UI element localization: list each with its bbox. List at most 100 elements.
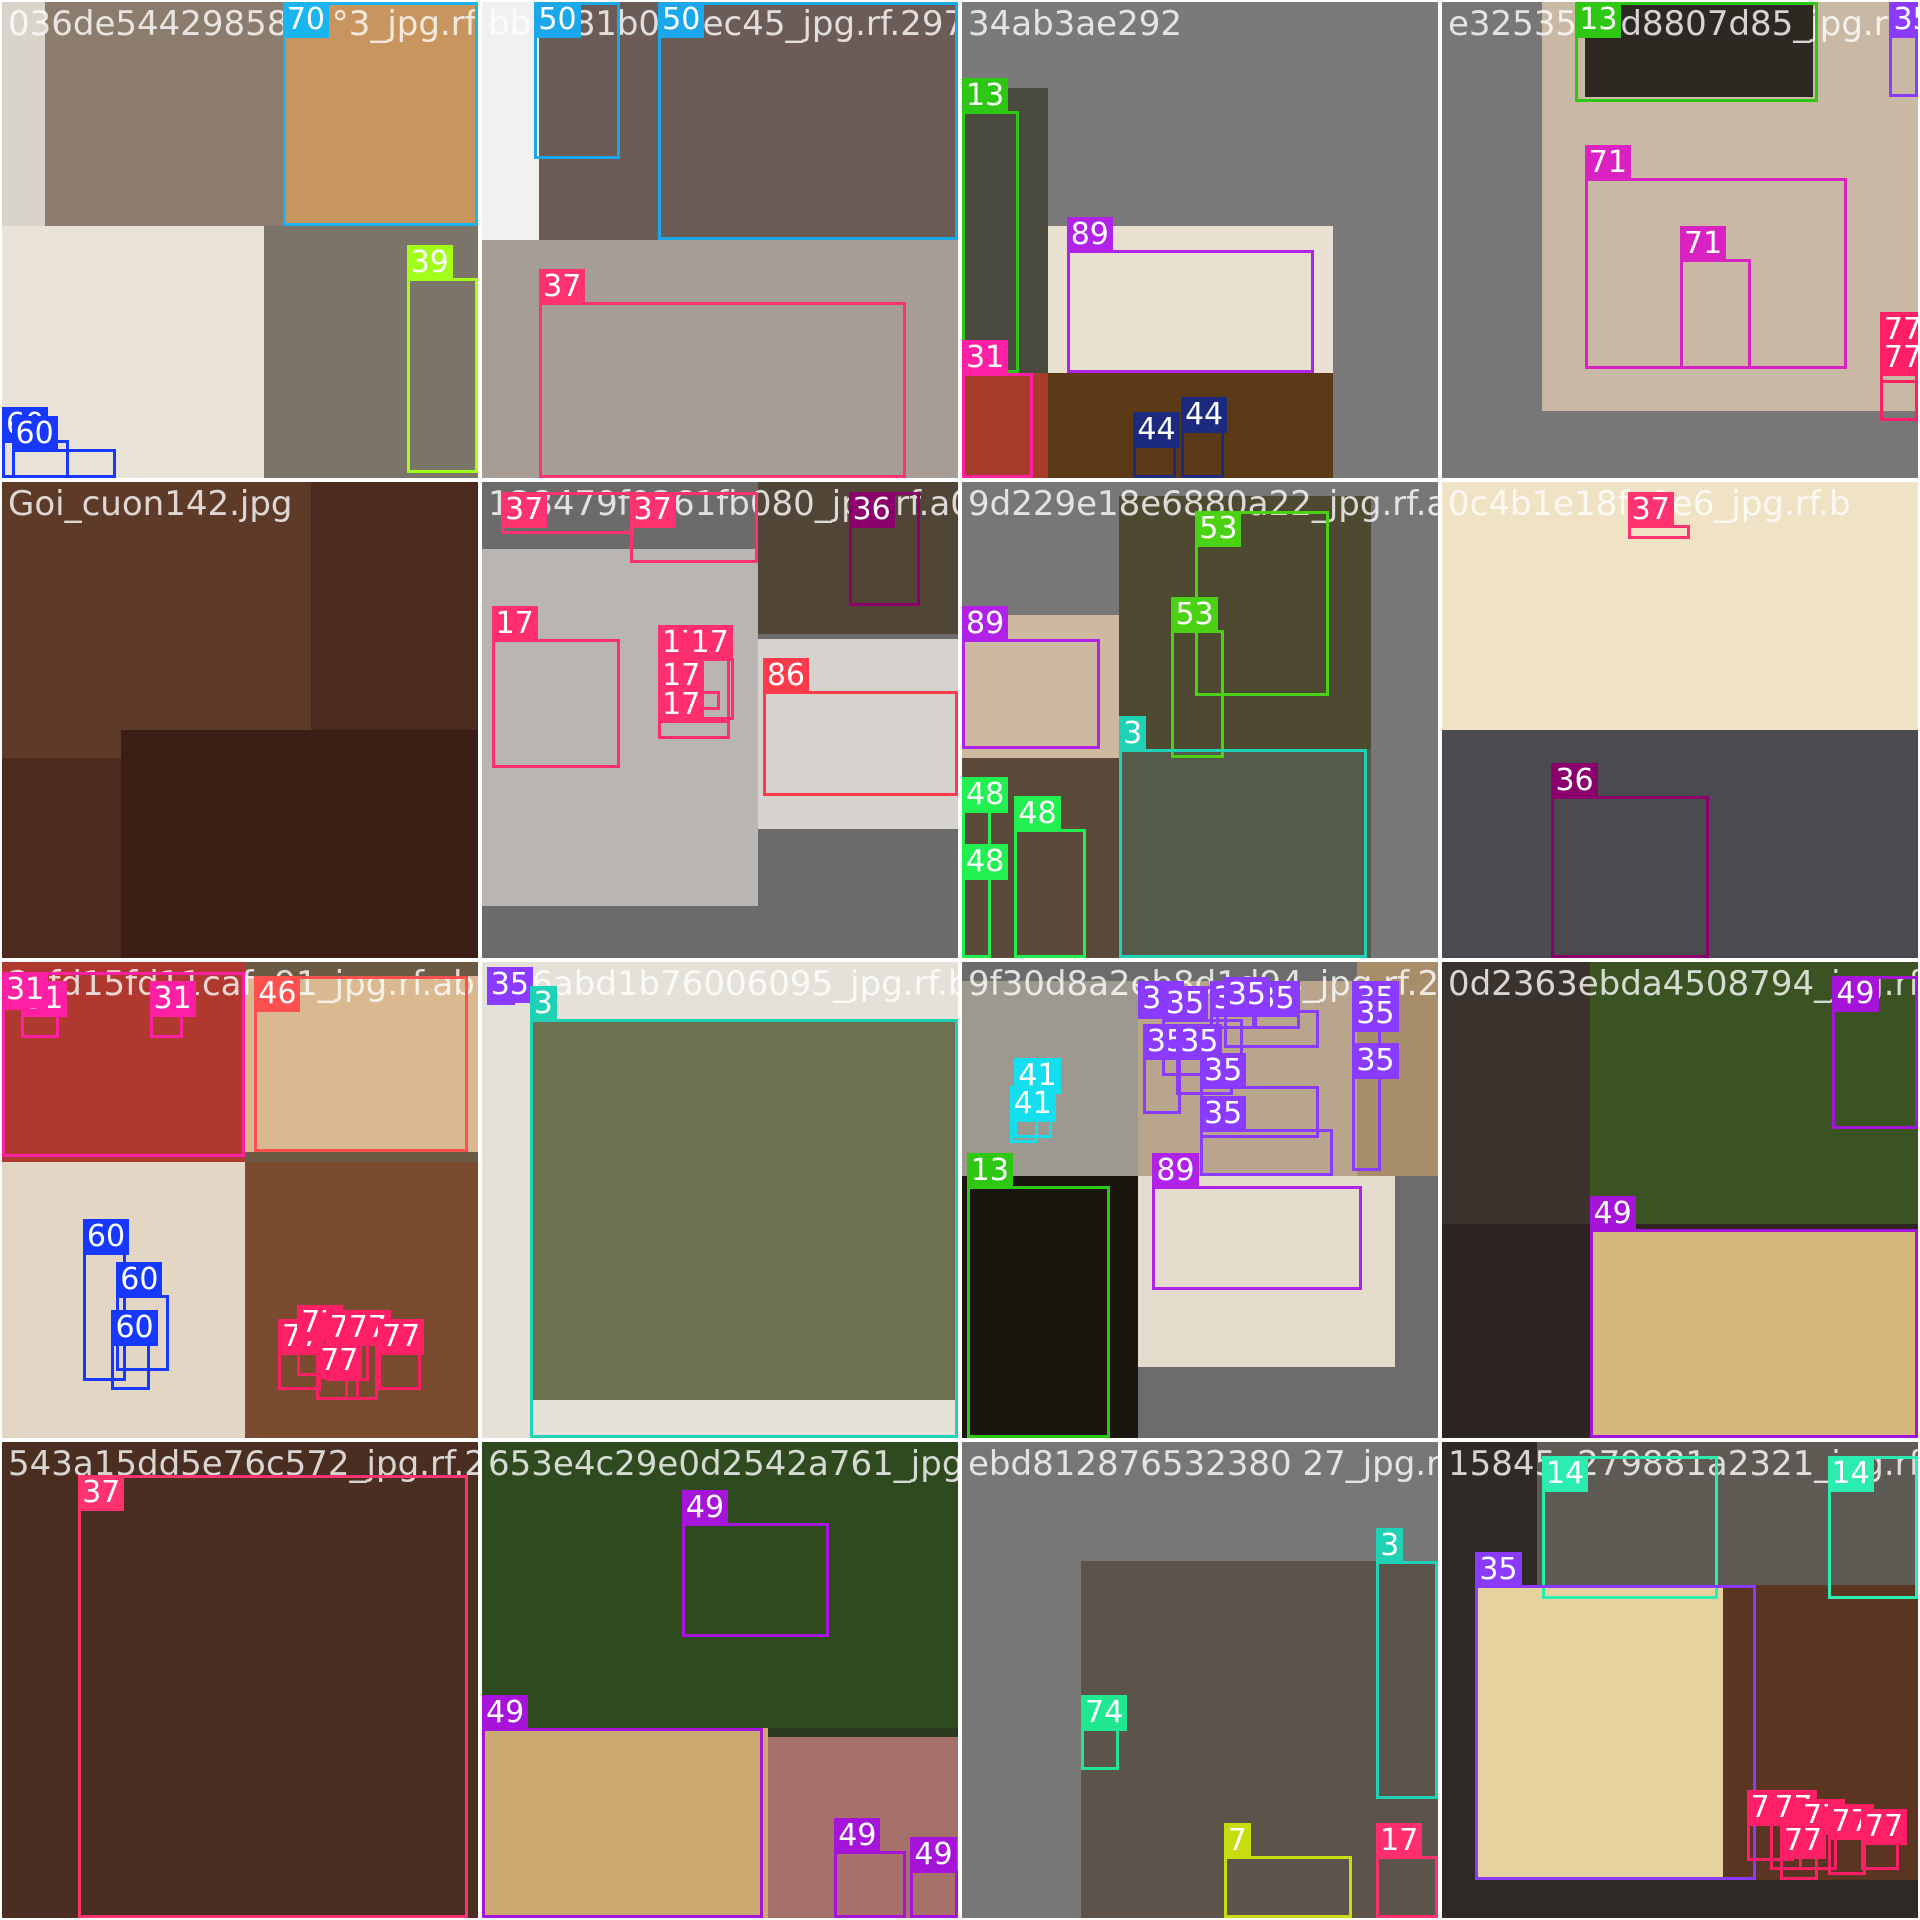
bounding-box: 35: [1475, 1551, 1757, 1880]
class-label: 44: [1180, 397, 1228, 434]
class-label: 14: [1827, 1456, 1874, 1493]
class-label: 48: [962, 777, 1009, 814]
bounding-box: 31: [962, 340, 1034, 478]
bounding-box: 37: [501, 491, 635, 535]
bounding-box: 71: [1680, 226, 1752, 369]
class-label: 17: [1376, 1823, 1423, 1860]
class-label: 31: [2, 971, 49, 1008]
bounding-box: 49: [1589, 1195, 1918, 1438]
bounding-box: 89: [1066, 216, 1315, 374]
class-label: 53: [1195, 510, 1242, 547]
image-filename-label: 34ab3ae292: [968, 4, 1182, 44]
class-label: 50: [534, 2, 581, 38]
bounding-box: 37: [1627, 491, 1690, 540]
bounding-box: 17: [491, 606, 621, 768]
mosaic-tile: e3253533d8807d85_jpg.rf133571717777: [1442, 2, 1918, 478]
class-label: 49: [1589, 1195, 1636, 1232]
bounding-box: 77: [1879, 340, 1918, 421]
mosaic-tile: 2cfd15fd11cafe91_jpg.rf.ab31313131466060…: [2, 962, 478, 1438]
class-label: 13: [1575, 2, 1622, 38]
class-label: 49: [910, 1837, 957, 1874]
class-label: 44: [1133, 411, 1180, 448]
bounding-box: 44: [1180, 397, 1228, 478]
mosaic-tile: ebd812876532380 27_jpg.rf.4ec 3 74 7 17: [962, 1442, 1438, 1918]
class-label: 17: [491, 606, 538, 643]
class-label: 41: [1009, 1086, 1056, 1123]
mosaic-tile: 0c4b1e18fa0e6_jpg.rf.b3736: [1442, 482, 1918, 958]
bounding-box: 36: [1551, 763, 1709, 958]
bounding-box: 49: [834, 1818, 906, 1918]
bounding-box: 77: [378, 1319, 425, 1391]
bounding-box: 89: [1152, 1152, 1362, 1291]
class-label: 17: [658, 687, 705, 723]
bounding-box: 77: [316, 1343, 363, 1400]
class-label: 35: [486, 966, 533, 1003]
class-label: 49: [482, 1694, 529, 1731]
class-label: 37: [78, 1475, 125, 1512]
class-label: 7: [1223, 1823, 1251, 1860]
mosaic-tile: 9d229e18e6880a22_jpg.rf.a 53 53 89 3 48 48 48: [962, 482, 1438, 958]
bounding-box: 3: [1376, 1528, 1438, 1799]
class-label: 48: [1014, 796, 1061, 833]
bounding-box: 35: [486, 966, 533, 1005]
class-label: 71: [1680, 226, 1727, 263]
class-label: 60: [111, 1309, 158, 1346]
bounding-box: 14: [1827, 1456, 1918, 1600]
class-label: 74: [1081, 1694, 1128, 1731]
class-label: 89: [962, 606, 1009, 643]
class-label: 60: [116, 1262, 163, 1299]
class-label: 49: [681, 1489, 729, 1526]
bounding-box: 39: [406, 245, 478, 474]
class-label: 37: [501, 491, 548, 528]
image-filename-label: 246abd1b76006095_jpg.rf.b: [488, 964, 958, 1004]
bounding-box: 41: [1009, 1086, 1056, 1143]
class-label: 3: [529, 986, 557, 1023]
mosaic-tile: 0d2363ebda4508794_jpg.rf.834949: [1442, 962, 1918, 1438]
class-label: 35: [1161, 986, 1209, 1023]
bounding-box: 49: [681, 1489, 830, 1638]
class-label: 53: [1171, 596, 1218, 633]
bounding-box: 44: [1133, 411, 1180, 478]
bounding-box: 48: [962, 844, 1009, 958]
class-label: 89: [1152, 1152, 1199, 1189]
image-filename-label: 653e4c29e0d2542a761_jpg.rf.0e: [488, 1444, 958, 1484]
image-filename-label: Goi_cuon142.jpg: [8, 484, 293, 524]
mosaic-tile: bbda81b0e2ec45_jpg.rf.2973ec29jaf3505037: [482, 2, 958, 478]
class-label: 35: [1889, 2, 1918, 38]
class-label: 49: [834, 1818, 881, 1855]
class-label: 35: [1352, 1043, 1399, 1080]
class-label: 46: [254, 976, 301, 1013]
class-label: 35: [1200, 1095, 1247, 1132]
mosaic-tile: 15845e279881a2321_jpg.rf.6e1414357777777…: [1442, 1442, 1918, 1918]
bounding-box: 48: [1014, 796, 1086, 958]
bounding-box: 37: [629, 491, 759, 563]
bounding-box: 31: [2, 971, 245, 1158]
mosaic-tile: 653e4c29e0d2542a761_jpg.rf.0e 49 49 49 49: [482, 1442, 958, 1918]
class-label: 3: [1376, 1528, 1404, 1564]
bounding-box: 7: [1223, 1823, 1353, 1918]
class-label: 49: [1832, 976, 1879, 1013]
class-label: 13: [966, 1152, 1013, 1189]
bounding-box: 3: [529, 986, 958, 1438]
bounding-box: 74: [1081, 1694, 1128, 1771]
class-label: 77: [316, 1343, 363, 1380]
bounding-box: 14: [1541, 1456, 1719, 1600]
mosaic-tile: 036de5442985877°3_jpg.rf.f2eb70396060: [2, 2, 478, 478]
bounding-box: 13: [962, 78, 1020, 374]
mosaic-tile: 246abd1b76006095_jpg.rf.b 35 3: [482, 962, 958, 1438]
class-label: 60: [11, 416, 58, 453]
bounding-box: 70: [282, 2, 478, 226]
bounding-box: 49: [1832, 976, 1918, 1129]
image-filename-label: ebd812876532380 27_jpg.rf.4ec: [968, 1444, 1438, 1484]
mosaic-tile: 34ab3ae292 13 89 31 44 44: [962, 2, 1438, 478]
bounding-box: 35: [1352, 1043, 1399, 1172]
class-label: 77: [1779, 1823, 1827, 1860]
photo-region: [121, 729, 478, 958]
bounding-box: 35: [1200, 1095, 1334, 1177]
class-label: 35: [1475, 1551, 1522, 1588]
class-label: 70: [282, 2, 330, 38]
mosaic-tile: Goi_cuon142.jpg: [2, 482, 478, 958]
bounding-box: 13: [1575, 2, 1819, 102]
mosaic-tile: 138479f0361fb080_jpg.rf.a0d2373736171717…: [482, 482, 958, 958]
class-label: 71: [1584, 145, 1631, 182]
